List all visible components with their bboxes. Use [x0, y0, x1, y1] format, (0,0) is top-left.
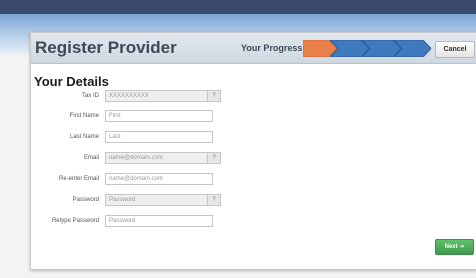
first-name-label: First Name — [69, 113, 99, 119]
form-row-last-name: Last Name Last — [31, 131, 476, 145]
tax-id-label: Tax ID — [81, 93, 99, 99]
reenter-email-field[interactable]: name@domain.com — [105, 173, 213, 185]
email-label: Email — [83, 155, 99, 161]
progress-chevrons — [302, 39, 432, 58]
form-row-password: Password Password ? — [31, 194, 476, 208]
section-title: Your Details — [34, 74, 109, 89]
form-row-email: Email name@domain.com ? — [31, 152, 476, 166]
form-row-retype-password: Retype Password Password — [31, 215, 476, 229]
password-field[interactable]: Password — [105, 194, 213, 206]
form-row-tax-id: Tax ID XXXXXXXXXX ? — [31, 90, 476, 104]
reenter-email-label: Re-enter Email — [58, 176, 99, 182]
password-help-button[interactable]: ? — [207, 194, 221, 206]
tax-id-field[interactable]: XXXXXXXXXX — [105, 90, 213, 102]
retype-password-field[interactable]: Password — [105, 215, 213, 227]
card-header: Register Provider Your Progress Cancel — [31, 33, 476, 64]
first-name-field[interactable]: First — [105, 110, 213, 122]
email-field[interactable]: name@domain.com — [105, 152, 213, 164]
tax-id-help-button[interactable]: ? — [207, 90, 221, 102]
progress-label: Your Progress — [241, 43, 303, 53]
retype-password-label: Retype Password — [51, 218, 99, 224]
email-help-button[interactable]: ? — [207, 152, 221, 164]
last-name-label: Last Name — [69, 134, 99, 140]
registration-card: Register Provider Your Progress Cancel Y… — [30, 32, 476, 270]
next-button[interactable]: Next ➔ — [435, 239, 474, 255]
top-bar — [0, 0, 476, 14]
page-title: Register Provider — [35, 38, 177, 57]
progress-indicator — [302, 39, 432, 58]
form-row-reenter-email: Re-enter Email name@domain.com — [31, 173, 476, 187]
form-row-first-name: First Name First — [31, 110, 476, 124]
password-label: Password — [72, 197, 99, 203]
cancel-button[interactable]: Cancel — [435, 41, 475, 58]
last-name-field[interactable]: Last — [105, 131, 213, 143]
